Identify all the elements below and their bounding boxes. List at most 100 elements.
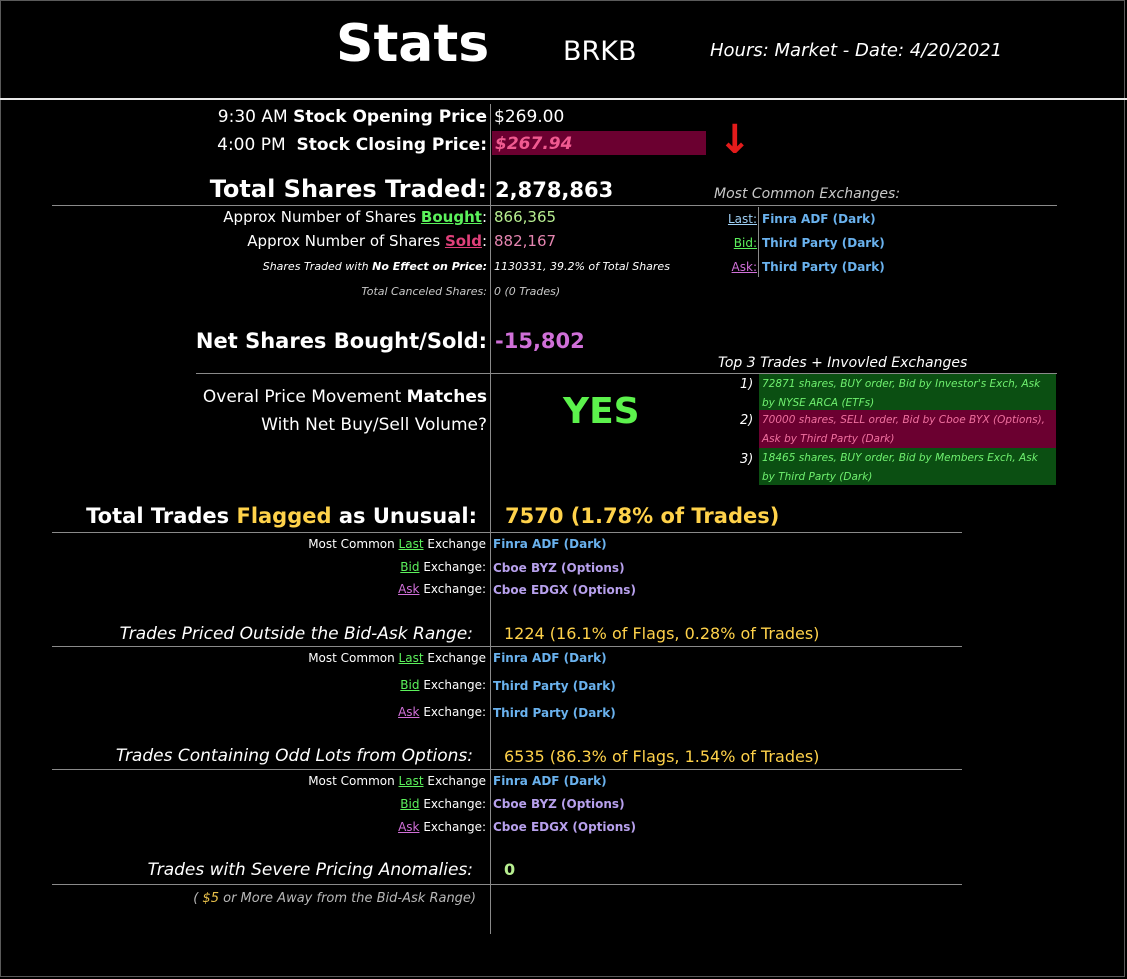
- outside-bid-word: Bid: [400, 678, 420, 692]
- top-trade-1-number: 1): [740, 377, 754, 392]
- odd-lots-last-post: Exchange: [427, 774, 486, 788]
- flagged-label-pre: Total Trades: [86, 504, 230, 528]
- shares-bought-prefix: Approx Number of Shares: [223, 208, 417, 226]
- sold-word: Sold: [444, 232, 482, 250]
- open-price-label: 9:30 AM Stock Opening Price: [218, 106, 487, 128]
- net-shares-value: -15,802: [495, 329, 585, 353]
- flagged-divider: [52, 532, 962, 533]
- outside-last-word: Last: [398, 651, 424, 665]
- no-effect-bold: No Effect on Price:: [372, 260, 487, 273]
- close-price-label: 4:00 PM Stock Closing Price:: [217, 134, 487, 156]
- flagged-bid-word: Bid: [400, 560, 420, 574]
- close-time: 4:00 PM: [217, 135, 286, 155]
- flagged-label-post: as Unusual:: [338, 504, 477, 528]
- odd-lots-bid-value: Cboe BYZ (Options): [493, 797, 625, 811]
- canceled-shares-label: Total Canceled Shares:: [361, 285, 487, 298]
- flagged-label: Total Trades Flagged as Unusual:: [86, 502, 477, 530]
- top-trades-title: Top 3 Trades + Invovled Exchanges: [718, 355, 968, 371]
- session-date: Hours: Market - Date: 4/20/2021: [710, 40, 1003, 61]
- outside-range-value: 1224 (16.1% of Flags, 0.28% of Trades): [504, 624, 820, 643]
- center-divider: [490, 104, 491, 934]
- close-price-value: $267.94: [495, 134, 573, 154]
- flagged-last-label: Most Common Last Exchange: [308, 536, 486, 552]
- flagged-bid-post: Exchange:: [423, 560, 486, 574]
- outside-bid-label: Bid Exchange:: [400, 677, 486, 693]
- bought-word: Bought: [420, 208, 482, 226]
- open-price-value: $269.00: [494, 107, 565, 127]
- odd-lots-divider: [52, 769, 962, 770]
- header-divider: [0, 98, 1127, 100]
- severe-anomalies-value: 0: [504, 860, 516, 879]
- total-shares-value: 2,878,863: [495, 178, 614, 202]
- ticker-symbol: BRKB: [563, 36, 637, 67]
- top-trade-3-number: 3): [740, 452, 754, 467]
- shares-sold-label: Approx Number of Shares Sold:: [247, 232, 487, 250]
- outside-bid-value: Third Party (Dark): [493, 679, 616, 693]
- no-effect-label: Shares Traded with No Effect on Price:: [263, 259, 487, 275]
- page-title: Stats: [336, 14, 490, 74]
- open-time: 9:30 AM: [217, 107, 288, 127]
- outside-last-value: Finra ADF (Dark): [493, 651, 607, 665]
- odd-lots-ask-word: Ask: [398, 820, 420, 834]
- outside-last-pre: Most Common: [308, 651, 395, 665]
- odd-lots-ask-value: Cboe EDGX (Options): [493, 820, 636, 834]
- flagged-ask-label: Ask Exchange:: [398, 581, 486, 597]
- shares-sold-value: 882,167: [494, 232, 557, 250]
- odd-lots-ask-post: Exchange:: [423, 820, 486, 834]
- odd-lots-last-label: Most Common Last Exchange: [308, 773, 486, 789]
- open-label: Stock Opening Price: [293, 107, 487, 127]
- flagged-last-word: Last: [398, 537, 424, 551]
- exchange-ask-label: Ask:: [731, 260, 757, 274]
- shares-bought-value: 866,365: [494, 208, 557, 226]
- odd-lots-bid-word: Bid: [400, 797, 420, 811]
- flagged-word: Flagged: [236, 504, 332, 528]
- shares-bought-label: Approx Number of Shares Bought:: [223, 208, 487, 226]
- no-effect-prefix: Shares Traded with: [262, 260, 369, 273]
- severe-note: ( $5 or More Away from the Bid-Ask Range…: [193, 890, 476, 907]
- flagged-last-value: Finra ADF (Dark): [493, 537, 607, 551]
- severe-note-amount: $5: [202, 891, 219, 906]
- outside-last-post: Exchange: [427, 651, 486, 665]
- odd-lots-bid-label: Bid Exchange:: [400, 796, 486, 812]
- common-exchanges-title: Most Common Exchanges:: [714, 186, 901, 202]
- total-shares-label: Total Shares Traded:: [209, 175, 487, 203]
- top-trade-2: 70000 shares, SELL order, Bid by Cboe BY…: [759, 410, 1056, 448]
- odd-lots-value: 6535 (86.3% of Flags, 1.54% of Trades): [504, 747, 820, 766]
- top-trade-3: 18465 shares, BUY order, Bid by Members …: [759, 448, 1056, 485]
- movement-answer: YES: [563, 391, 640, 432]
- exchange-bid-label: Bid:: [733, 236, 757, 250]
- exchange-last-value: Finra ADF (Dark): [762, 212, 876, 226]
- outside-bid-post: Exchange:: [423, 678, 486, 692]
- flagged-ask-post: Exchange:: [423, 582, 486, 596]
- severe-note-rest: or More Away from the Bid-Ask Range): [223, 891, 476, 906]
- movement-question-line1: Overal Price Movement Matches: [203, 386, 487, 408]
- odd-lots-last-value: Finra ADF (Dark): [493, 774, 607, 788]
- odd-lots-last-pre: Most Common: [308, 774, 395, 788]
- outside-last-label: Most Common Last Exchange: [308, 650, 486, 666]
- net-shares-label: Net Shares Bought/Sold:: [195, 329, 487, 353]
- outside-ask-post: Exchange:: [423, 705, 486, 719]
- movement-prefix: Overal Price Movement: [202, 387, 402, 407]
- flagged-bid-value: Cboe BYZ (Options): [493, 561, 625, 575]
- price-down-arrow-icon: ↓: [718, 117, 752, 163]
- outside-ask-label: Ask Exchange:: [398, 704, 486, 720]
- no-effect-value: 1130331, 39.2% of Total Shares: [494, 260, 670, 273]
- outside-ask-word: Ask: [398, 705, 420, 719]
- exchange-bid-value: Third Party (Dark): [762, 236, 885, 250]
- severe-divider: [52, 884, 962, 885]
- flagged-bid-label: Bid Exchange:: [400, 559, 486, 575]
- exchange-last-label: Last:: [727, 212, 757, 226]
- movement-matches-word: Matches: [406, 387, 487, 407]
- flagged-ask-value: Cboe EDGX (Options): [493, 583, 636, 597]
- odd-lots-last-word: Last: [398, 774, 424, 788]
- canceled-shares-value: 0 (0 Trades): [494, 285, 561, 298]
- exchange-ask-value: Third Party (Dark): [762, 260, 885, 274]
- severe-note-open: (: [193, 891, 199, 906]
- top-trade-2-number: 2): [740, 413, 754, 428]
- odd-lots-label: Trades Containing Odd Lots from Options:: [115, 746, 473, 766]
- movement-question-line2: With Net Buy/Sell Volume?: [261, 415, 487, 435]
- outside-range-label: Trades Priced Outside the Bid-Ask Range:: [119, 624, 473, 644]
- volume-divider: [52, 205, 1057, 206]
- flagged-ask-word: Ask: [398, 582, 420, 596]
- flagged-last-post: Exchange: [427, 537, 486, 551]
